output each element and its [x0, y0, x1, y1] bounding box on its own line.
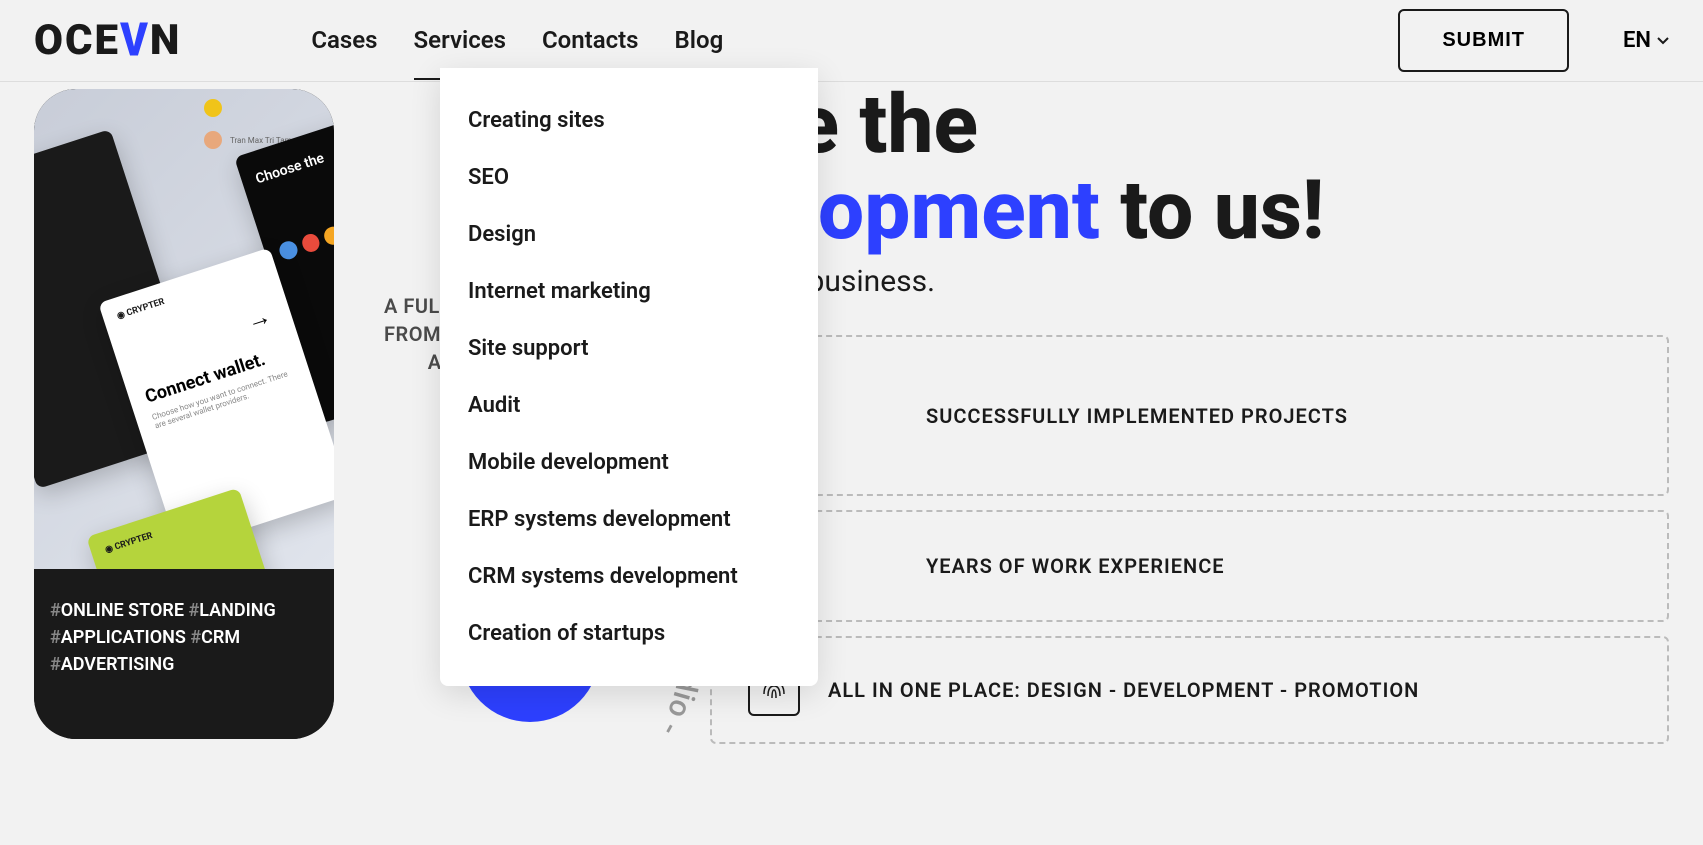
stats-section: 0+ SUCCESSFULLY IMPLEMENTED PROJECTS YEA… [710, 335, 1669, 744]
dropdown-crm[interactable]: CRM systems development [440, 548, 818, 605]
stat-label: SUCCESSFULLY IMPLEMENTED PROJECTS [926, 404, 1348, 428]
dropdown-creating-sites[interactable]: Creating sites [440, 92, 818, 149]
nav-cases[interactable]: Cases [311, 2, 377, 80]
showcase-card: Tran Max Tri Tam Choose the ◉ CRYPTER → … [34, 89, 334, 739]
crypter-label: ◉ CRYPTER [116, 297, 166, 322]
color-dot [322, 224, 334, 247]
dropdown-audit[interactable]: Audit [440, 377, 818, 434]
hashtags: #ONLINE STORE #LANDING #APPLICATIONS #CR… [50, 597, 318, 678]
content-area: Tran Max Tri Tam Choose the ◉ CRYPTER → … [0, 82, 1703, 739]
logo[interactable]: OCEVN [34, 16, 181, 65]
stat-label: YEARS OF WORK EXPERIENCE [926, 554, 1225, 578]
hero-title: ave the velopment to us! [710, 82, 1669, 254]
logo-part3: N [150, 16, 182, 65]
dropdown-erp[interactable]: ERP systems development [440, 491, 818, 548]
language-label: EN [1623, 28, 1651, 53]
crypter-label: ◉ CRYPTER [104, 531, 154, 556]
logo-part1: OCE [34, 16, 120, 65]
color-dot [277, 239, 299, 262]
hashtag-panel: #ONLINE STORE #LANDING #APPLICATIONS #CR… [34, 569, 334, 739]
dropdown-design[interactable]: Design [440, 206, 818, 263]
chevron-down-icon [1657, 37, 1669, 45]
avatar-icon [204, 99, 222, 117]
dropdown-seo[interactable]: SEO [440, 149, 818, 206]
stat-label: ALL IN ONE PLACE: DESIGN - DEVELOPMENT -… [828, 678, 1419, 702]
submit-button[interactable]: SUBMIT [1398, 9, 1569, 72]
dropdown-startups[interactable]: Creation of startups [440, 605, 818, 662]
dropdown-mobile-dev[interactable]: Mobile development [440, 434, 818, 491]
language-selector[interactable]: EN [1623, 28, 1669, 53]
dropdown-internet-marketing[interactable]: Internet marketing [440, 263, 818, 320]
stat-projects: 0+ SUCCESSFULLY IMPLEMENTED PROJECTS [710, 335, 1669, 496]
stat-allinone: ALL IN ONE PLACE: DESIGN - DEVELOPMENT -… [710, 636, 1669, 744]
color-dots [277, 210, 334, 262]
dropdown-site-support[interactable]: Site support [440, 320, 818, 377]
header: OCEVN Cases Services Contacts Blog SUBMI… [0, 0, 1703, 82]
services-dropdown: Creating sites SEO Design Internet marke… [440, 68, 818, 686]
arrow-icon: → [243, 301, 275, 336]
avatar-list: Tran Max Tri Tam [204, 99, 292, 149]
avatar-icon [204, 131, 222, 149]
avatar-item [204, 99, 292, 117]
stat-experience: YEARS OF WORK EXPERIENCE [710, 510, 1669, 622]
logo-v: V [120, 14, 150, 68]
color-dot [300, 232, 322, 255]
choose-label: Choose the [254, 150, 327, 187]
hero-subtitle: can do business. [710, 264, 1669, 299]
showcase-image: Tran Max Tri Tam Choose the ◉ CRYPTER → … [34, 89, 334, 569]
